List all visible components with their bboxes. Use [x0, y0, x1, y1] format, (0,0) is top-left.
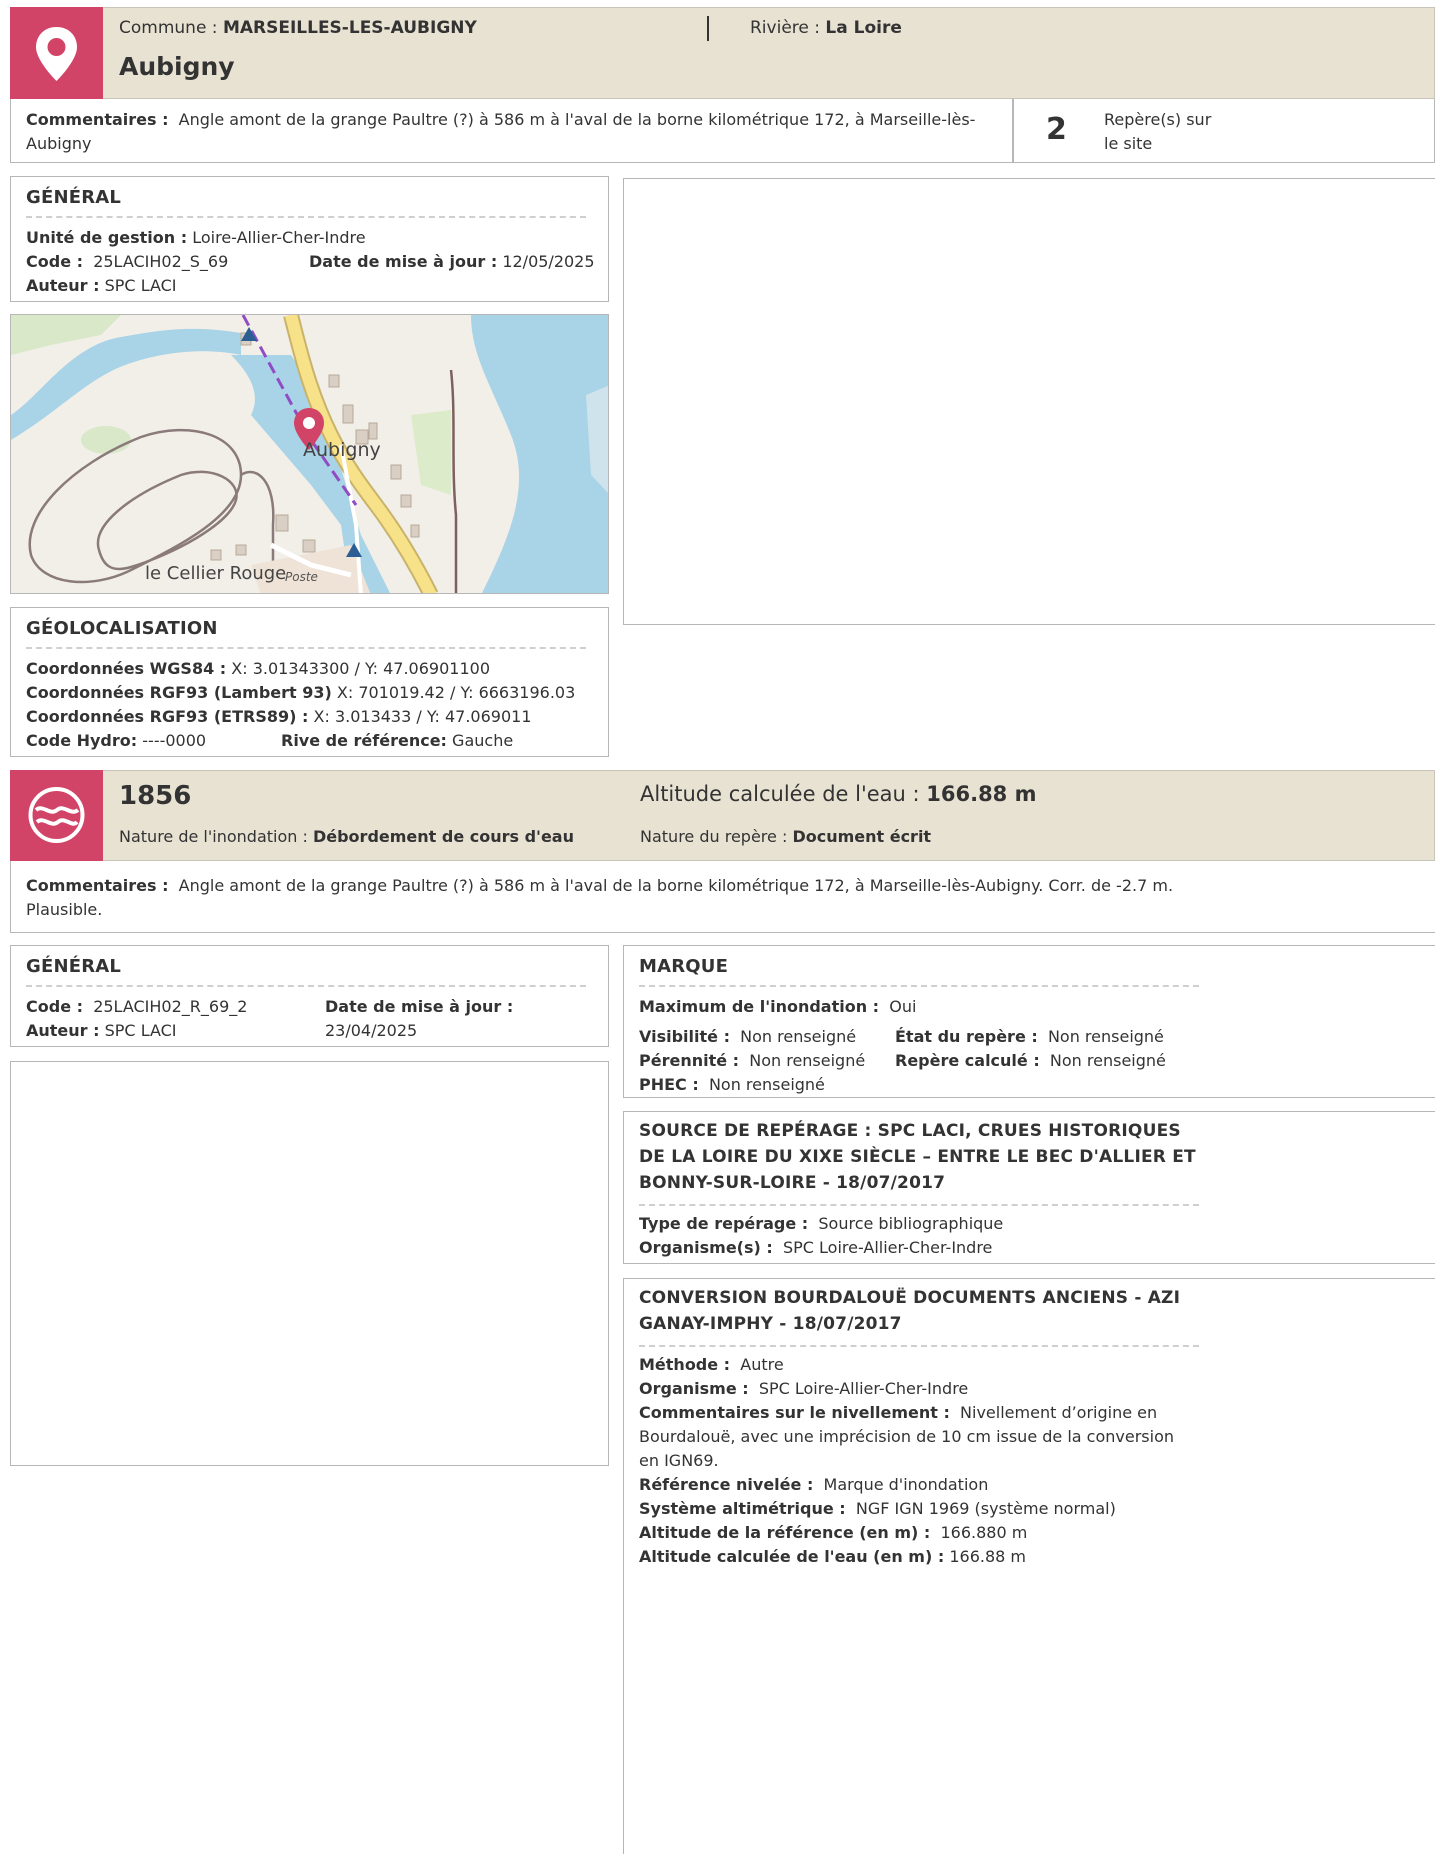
- marque-title: MARQUE: [639, 956, 729, 977]
- geoloc-panel: GÉOLOCALISATION Coordonnées WGS84 : X: 3…: [10, 607, 609, 757]
- repere-year: 1856: [119, 781, 192, 811]
- organismes-row: Organisme(s) : SPC Loire-Allier-Cher-Ind…: [639, 1238, 993, 1257]
- commune-line: Commune : MARSEILLES-LES-AUBIGNY: [119, 18, 477, 38]
- divider: [26, 647, 586, 649]
- map-place-label: Aubigny: [303, 439, 381, 461]
- repere-icon-tile: [10, 770, 103, 861]
- site-map[interactable]: Aubigny le Cellier Rouge Poste: [10, 314, 609, 594]
- maj-row: Date de mise à jour : 12/05/2025: [309, 252, 595, 271]
- commune-name: MARSEILLES-LES-AUBIGNY: [222, 18, 477, 38]
- repere-photo-panel: [10, 1061, 609, 1466]
- comments-divider: [1012, 99, 1014, 163]
- source-panel: SOURCE DE REPÉRAGE : SPC LACI, CRUES HIS…: [623, 1111, 1435, 1264]
- conversion-panel: CONVERSION BOURDALOUË DOCUMENTS ANCIENS …: [623, 1278, 1435, 1854]
- divider: [26, 216, 586, 218]
- conversion-title: CONVERSION BOURDALOUË DOCUMENTS ANCIENS …: [639, 1288, 1181, 1334]
- general-title: GÉNÉRAL: [26, 187, 122, 208]
- riviere-line: Rivière : La Loire: [750, 18, 902, 38]
- riviere-name: La Loire: [825, 18, 902, 38]
- organisme-row: Organisme : SPC Loire-Allier-Cher-Indre: [639, 1379, 969, 1398]
- calcule-row: Repère calculé : Non renseigné: [895, 1051, 1166, 1070]
- divider: [639, 985, 1199, 987]
- hydro-row: Code Hydro: ----0000: [26, 731, 207, 750]
- site-photo-panel: [623, 178, 1435, 625]
- source-title: SOURCE DE REPÉRAGE : SPC LACI, CRUES HIS…: [639, 1121, 1196, 1193]
- nivellement-comments: Commentaires sur le nivellement : Nivell…: [639, 1403, 1174, 1470]
- auteur-row: Auteur : SPC LACI: [26, 276, 177, 295]
- repere-comments: Commentaires : Angle amont de la grange …: [26, 876, 1174, 919]
- marque-panel: MARQUE Maximum de l'inondation : Oui Vis…: [623, 945, 1435, 1098]
- rive-row: Rive de référence: Gauche: [281, 731, 514, 750]
- general2-title: GÉNÉRAL: [26, 956, 122, 977]
- site-icon-tile: [10, 7, 103, 99]
- divider: [639, 1204, 1199, 1206]
- general-panel: GÉNÉRAL Unité de gestion : Loire-Allier-…: [10, 176, 609, 302]
- phec-row: PHEC : Non renseigné: [639, 1075, 825, 1094]
- altitude-line: Altitude calculée de l'eau : 166.88 m: [640, 782, 1037, 806]
- maj2-value: 23/04/2025: [325, 1021, 418, 1040]
- divider: [639, 1345, 1199, 1347]
- auteur2-row: Auteur : SPC LACI: [26, 1021, 177, 1040]
- site-title: Aubigny: [119, 52, 235, 81]
- header-divider: [707, 16, 709, 41]
- max-row: Maximum de l'inondation : Oui: [639, 997, 917, 1016]
- altitude-eau-row: Altitude calculée de l'eau (en m) : 166.…: [639, 1547, 1027, 1566]
- nature-inondation-line: Nature de l'inondation : Débordement de …: [119, 827, 574, 846]
- location-pin-icon: [36, 27, 77, 81]
- general2-panel: GÉNÉRAL Code : 25LACIH02_R_69_2 Date de …: [10, 945, 609, 1047]
- geoloc-title: GÉOLOCALISATION: [26, 618, 218, 639]
- map-village-label: le Cellier Rouge: [145, 563, 287, 584]
- map-poste-label: Poste: [285, 570, 318, 584]
- site-comments: Commentaires : Angle amont de la grange …: [26, 110, 976, 153]
- flood-wave-icon: [28, 787, 85, 843]
- nature-repere-line: Nature du repère : Document écrit: [640, 827, 932, 846]
- altitude-value: 166.88 m: [926, 782, 1037, 806]
- reperes-count: 2: [1046, 112, 1067, 147]
- reperes-label: Repère(s) sur le site: [1104, 110, 1212, 153]
- divider: [26, 985, 586, 987]
